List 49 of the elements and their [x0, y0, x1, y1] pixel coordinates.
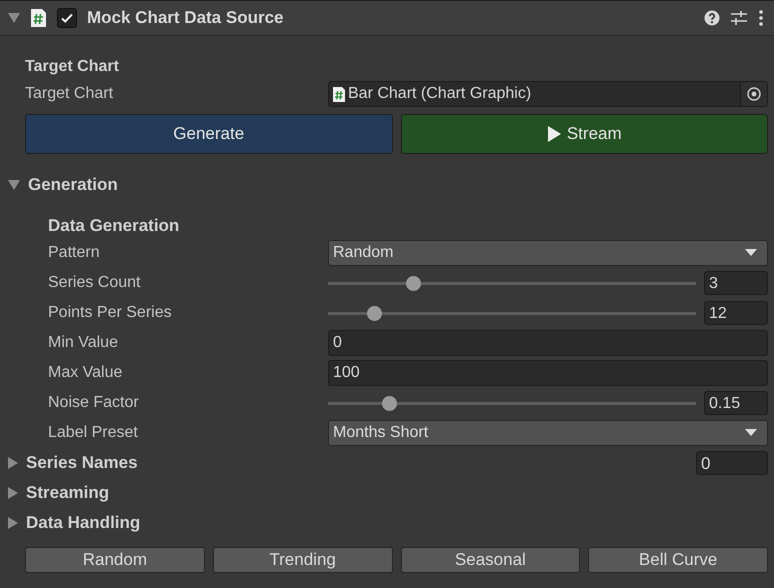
foldout-title[interactable]: Generation — [28, 175, 118, 195]
checkmark-icon — [60, 11, 74, 25]
foldout-arrow-icon[interactable] — [8, 457, 18, 469]
slider-handle[interactable] — [382, 396, 397, 410]
preset-button[interactable]: Random — [25, 547, 205, 573]
field-label: Max Value — [47, 364, 124, 382]
field-label: Label Preset — [47, 424, 139, 442]
number-field[interactable]: 12 — [704, 301, 768, 325]
preset-button[interactable]: Seasonal — [400, 547, 580, 573]
dropdown[interactable]: Months Short — [328, 420, 768, 446]
dropdown-arrow-icon — [745, 249, 757, 257]
generate-button[interactable]: Generate — [25, 114, 392, 154]
object-field[interactable]: Bar Chart (Chart Graphic) — [328, 81, 768, 107]
settings-sliders-icon[interactable] — [730, 10, 748, 26]
foldout-arrow-icon[interactable] — [8, 180, 20, 190]
slider-handle[interactable] — [367, 306, 382, 320]
stream-button[interactable]: Stream — [400, 114, 768, 154]
component-title: Mock Chart Data Source — [87, 8, 284, 28]
count-field[interactable]: 0 — [696, 451, 768, 475]
more-menu-icon[interactable] — [758, 9, 764, 27]
foldout-title[interactable]: Streaming — [26, 483, 110, 503]
play-icon — [546, 126, 561, 142]
foldout-title[interactable]: Series Names — [26, 453, 138, 473]
enabled-checkbox[interactable] — [57, 8, 77, 28]
help-icon[interactable] — [704, 10, 720, 26]
slider-handle[interactable] — [406, 276, 421, 290]
number-field[interactable]: 3 — [704, 271, 768, 295]
object-picker-icon[interactable] — [747, 87, 761, 101]
number-field[interactable]: 0.15 — [704, 391, 768, 415]
number-field[interactable]: 100 — [328, 360, 768, 386]
field-label: Noise Factor — [47, 394, 140, 412]
foldout-title[interactable]: Data Handling — [26, 513, 140, 533]
script-icon — [30, 8, 47, 28]
field-label: Pattern — [47, 244, 101, 262]
field-label: Series Count — [47, 274, 142, 292]
field-label: Points Per Series — [47, 304, 173, 322]
field-label: Target Chart — [24, 85, 114, 103]
foldout-arrow-icon[interactable] — [8, 487, 18, 499]
dropdown[interactable]: Random — [328, 240, 768, 266]
preset-button[interactable]: Bell Curve — [588, 547, 768, 573]
number-field[interactable]: 0 — [328, 330, 768, 356]
script-icon — [333, 86, 345, 102]
field-label: Min Value — [47, 334, 119, 352]
foldout-arrow-icon[interactable] — [8, 13, 20, 23]
section-heading: Data Generation — [47, 215, 180, 237]
dropdown-arrow-icon — [745, 429, 757, 437]
section-heading: Target Chart — [24, 57, 120, 77]
foldout-arrow-icon[interactable] — [8, 517, 18, 529]
preset-button[interactable]: Trending — [212, 547, 392, 573]
